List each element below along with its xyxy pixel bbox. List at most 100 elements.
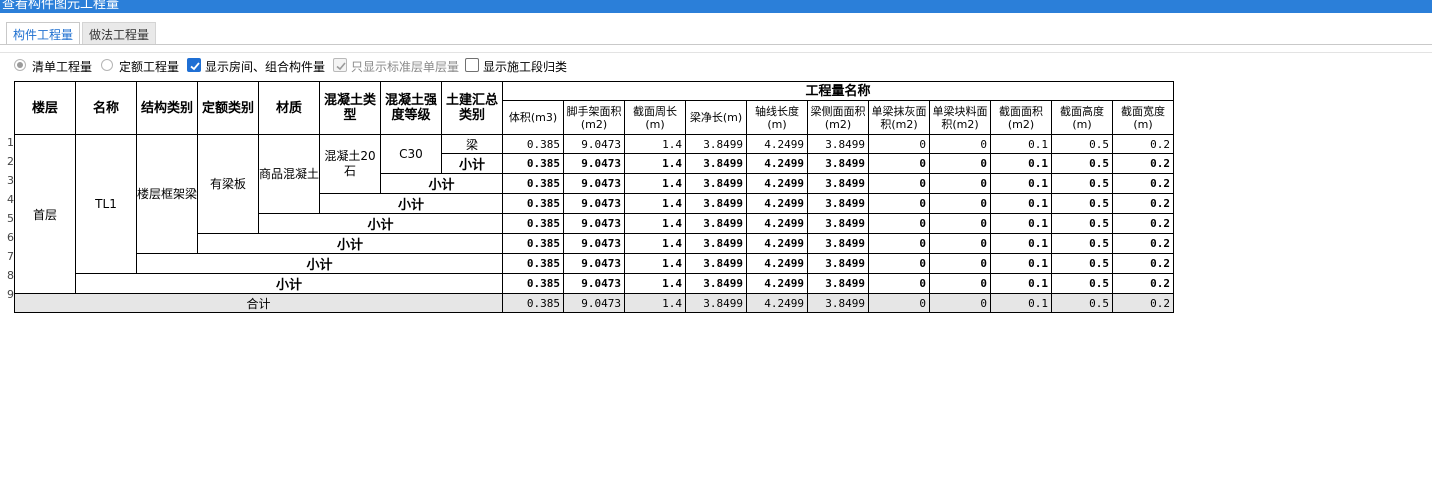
tab-method-quantity[interactable]: 做法工程量 — [82, 22, 157, 44]
header-tile-area[interactable]: 单梁块料面积(m2) — [929, 100, 991, 135]
subtotal-label[interactable]: 小计 — [136, 253, 503, 274]
checkbox-checked-disabled-icon[interactable] — [333, 58, 347, 72]
cell-value[interactable]: 0 — [868, 273, 930, 294]
table-row[interactable]: 首层 TL1 楼层框架梁 有梁板 商品混凝土 混凝土20石 C30 梁 0.38… — [14, 134, 1174, 294]
cell-value[interactable]: 0 — [868, 134, 930, 154]
cell-value[interactable]: 0.2 — [1112, 273, 1174, 294]
cell-value[interactable]: 9.0473 — [563, 233, 625, 254]
cell-concrete-type[interactable]: 混凝土20石 — [319, 134, 381, 194]
cell-value[interactable]: 0 — [929, 273, 991, 294]
header-section-perimeter[interactable]: 截面周长(m) — [624, 100, 686, 135]
cell-value[interactable]: 0.385 — [502, 213, 564, 234]
cell-value[interactable]: 3.8499 — [685, 293, 747, 313]
subtotal-label[interactable]: 小计 — [319, 193, 503, 214]
cell-value[interactable]: 0 — [929, 233, 991, 254]
header-beam-net-length[interactable]: 梁净长(m) — [685, 100, 747, 135]
header-material[interactable]: 材质 — [258, 81, 320, 135]
cell-value[interactable]: 0.5 — [1051, 134, 1113, 154]
cell-value[interactable]: 0.2 — [1112, 173, 1174, 194]
cell-value[interactable]: 3.8499 — [685, 134, 747, 154]
subtotal-label[interactable]: 小计 — [75, 273, 503, 294]
cell-value[interactable]: 4.2499 — [746, 173, 808, 194]
cell-value[interactable]: 3.8499 — [807, 173, 869, 194]
subtotal-label[interactable]: 小计 — [441, 153, 503, 174]
cell-value[interactable]: 0 — [868, 173, 930, 194]
cell-value[interactable]: 9.0473 — [563, 293, 625, 313]
cell-value[interactable]: 3.8499 — [685, 253, 747, 274]
header-section-area[interactable]: 截面面积(m2) — [990, 100, 1052, 135]
header-quota-type[interactable]: 定额类别 — [197, 81, 259, 135]
cell-value[interactable]: 3.8499 — [807, 273, 869, 294]
header-beam-side-area[interactable]: 梁侧面面积(m2) — [807, 100, 869, 135]
cell-value[interactable]: 3.8499 — [807, 253, 869, 274]
cell-value[interactable]: 0.385 — [502, 253, 564, 274]
cell-value[interactable]: 1.4 — [624, 273, 686, 294]
cell-value[interactable]: 0.1 — [990, 193, 1052, 214]
cell-value[interactable]: 9.0473 — [563, 193, 625, 214]
cell-value[interactable]: 9.0473 — [563, 153, 625, 174]
cell-value[interactable]: 0.1 — [990, 213, 1052, 234]
header-summary-category[interactable]: 土建汇总类别 — [441, 81, 503, 135]
cell-value[interactable]: 0 — [929, 134, 991, 154]
cell-value[interactable]: 0 — [929, 153, 991, 174]
subtotal-label[interactable]: 小计 — [197, 233, 503, 254]
header-plaster-area[interactable]: 单梁抹灰面积(m2) — [868, 100, 930, 135]
cell-value[interactable]: 0 — [868, 253, 930, 274]
cell-value[interactable]: 0.385 — [502, 233, 564, 254]
table-row[interactable]: 小计 0.385 9.0473 1.4 3.8499 4.2499 3.8499… — [15, 253, 1174, 274]
cell-value[interactable]: 0 — [868, 193, 930, 214]
cell-value[interactable]: 0.1 — [990, 173, 1052, 194]
cell-value[interactable]: 0.1 — [990, 293, 1052, 313]
header-axis-length[interactable]: 轴线长度(m) — [746, 100, 808, 135]
cell-value[interactable]: 0.5 — [1051, 293, 1113, 313]
cell-value[interactable]: 0.5 — [1051, 253, 1113, 274]
cell-concrete-grade[interactable]: C30 — [380, 134, 442, 174]
cell-value[interactable]: 3.8499 — [807, 193, 869, 214]
cell-name[interactable]: TL1 — [75, 134, 137, 274]
cell-value[interactable]: 0.5 — [1051, 233, 1113, 254]
cell-material[interactable]: 商品混凝土 — [258, 134, 320, 214]
cell-value[interactable]: 0 — [868, 293, 930, 313]
cell-value[interactable]: 1.4 — [624, 153, 686, 174]
cell-value[interactable]: 4.2499 — [746, 134, 808, 154]
cell-floor[interactable]: 首层 — [14, 134, 76, 294]
checkbox-checked-icon[interactable] — [187, 58, 201, 72]
cell-value[interactable]: 0.1 — [990, 153, 1052, 174]
cell-value[interactable]: 3.8499 — [807, 153, 869, 174]
cell-value[interactable]: 4.2499 — [746, 153, 808, 174]
cell-quota-type[interactable]: 有梁板 — [197, 134, 259, 234]
cell-value[interactable]: 3.8499 — [685, 193, 747, 214]
cell-value[interactable]: 0.5 — [1051, 153, 1113, 174]
checkbox-unchecked-icon[interactable] — [465, 58, 479, 72]
cell-value[interactable]: 1.4 — [624, 193, 686, 214]
cell-value[interactable]: 0.5 — [1051, 273, 1113, 294]
cell-value[interactable]: 0 — [868, 233, 930, 254]
cell-value[interactable]: 4.2499 — [746, 193, 808, 214]
cell-value[interactable]: 0.2 — [1112, 293, 1174, 313]
cell-value[interactable]: 0.385 — [502, 193, 564, 214]
cell-value[interactable]: 3.8499 — [807, 213, 869, 234]
cell-value[interactable]: 0 — [929, 193, 991, 214]
subtotal-label[interactable]: 小计 — [380, 173, 503, 194]
cell-value[interactable]: 0.2 — [1112, 193, 1174, 214]
cell-value[interactable]: 1.4 — [624, 173, 686, 194]
cell-value[interactable]: 3.8499 — [807, 233, 869, 254]
cell-value[interactable]: 9.0473 — [563, 273, 625, 294]
cell-value[interactable]: 4.2499 — [746, 213, 808, 234]
cell-value[interactable]: 1.4 — [624, 293, 686, 313]
cell-value[interactable]: 0.2 — [1112, 153, 1174, 174]
header-struct-type[interactable]: 结构类别 — [136, 81, 198, 135]
header-floor[interactable]: 楼层 — [14, 81, 76, 135]
cell-value[interactable]: 0.5 — [1051, 193, 1113, 214]
cell-value[interactable]: 0 — [868, 213, 930, 234]
table-total-row[interactable]: 合计 0.385 9.0473 1.4 3.8499 4.2499 3.8499… — [14, 293, 1174, 313]
radio-selected-icon[interactable] — [14, 59, 26, 71]
cell-value[interactable]: 0.2 — [1112, 233, 1174, 254]
cell-value[interactable]: 9.0473 — [563, 134, 625, 154]
cell-value[interactable]: 0 — [929, 293, 991, 313]
cell-value[interactable]: 1.4 — [624, 134, 686, 154]
header-name[interactable]: 名称 — [75, 81, 137, 135]
header-scaffold-area[interactable]: 脚手架面积(m2) — [563, 100, 625, 135]
cell-value[interactable]: 0.2 — [1112, 213, 1174, 234]
cell-value[interactable]: 4.2499 — [746, 233, 808, 254]
